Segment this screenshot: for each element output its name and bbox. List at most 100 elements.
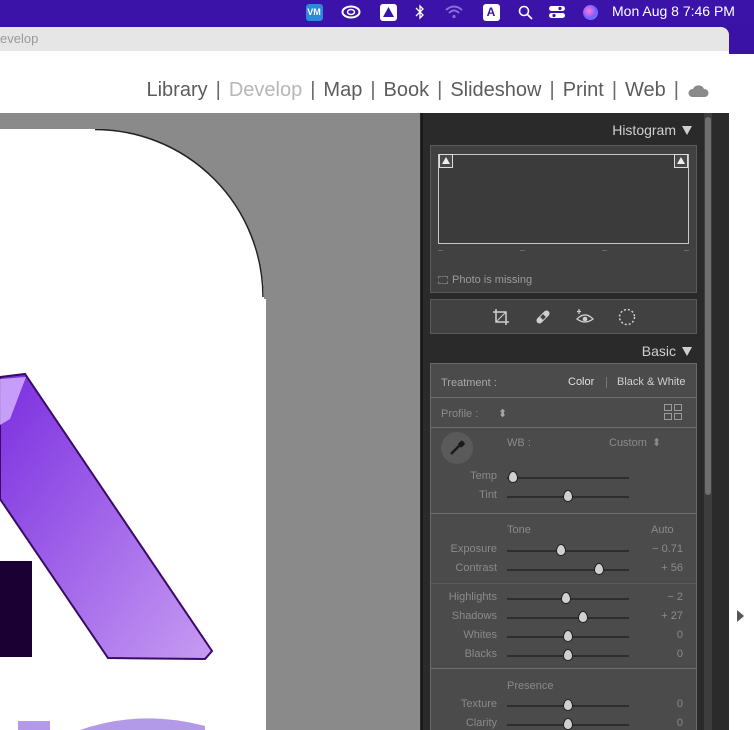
profile-dropdown-icon[interactable]: ⬍ bbox=[498, 407, 507, 420]
treatment-label: Treatment : bbox=[441, 377, 497, 389]
module-book[interactable]: Book bbox=[384, 79, 430, 102]
tint-slider[interactable] bbox=[507, 490, 629, 502]
a-icon[interactable]: A bbox=[482, 3, 500, 21]
search-icon[interactable] bbox=[516, 3, 534, 21]
histogram-ticks bbox=[438, 250, 689, 254]
lightroom-window: evelop Library | Develop | Map | Book | … bbox=[0, 27, 729, 730]
blacks-value[interactable]: 0 bbox=[643, 648, 683, 660]
auto-tone-button[interactable]: Auto bbox=[651, 524, 674, 536]
highlight-clipping-icon[interactable] bbox=[674, 154, 688, 168]
module-develop[interactable]: Develop bbox=[229, 79, 302, 102]
wb-dropdown-icon[interactable]: ⬍ bbox=[652, 436, 661, 449]
wifi-icon[interactable] bbox=[444, 3, 464, 21]
divider bbox=[431, 513, 696, 514]
blacks-slider-thumb[interactable] bbox=[563, 649, 573, 661]
tint-label: Tint bbox=[479, 489, 497, 501]
texture-slider[interactable] bbox=[507, 699, 629, 711]
clarity-label: Clarity bbox=[465, 717, 497, 729]
blacks-slider[interactable] bbox=[507, 649, 629, 661]
contrast-slider-thumb[interactable] bbox=[593, 563, 604, 575]
contrast-slider[interactable] bbox=[507, 563, 629, 575]
scrollbar-thumb[interactable] bbox=[705, 117, 711, 495]
clarity-slider-thumb[interactable] bbox=[563, 718, 573, 730]
profile-browser-icon[interactable] bbox=[664, 404, 682, 420]
profile-label: Profile : bbox=[441, 408, 479, 420]
expand-right-arrow-icon[interactable] bbox=[737, 610, 744, 622]
collapse-triangle-icon[interactable] bbox=[682, 346, 692, 356]
wb-eyedropper-icon[interactable] bbox=[441, 432, 473, 464]
cloud-icon[interactable] bbox=[687, 84, 709, 98]
texture-value[interactable]: 0 bbox=[643, 698, 683, 710]
module-list: Library | Develop | Map | Book | Slidesh… bbox=[146, 79, 709, 102]
texture-slider-thumb[interactable] bbox=[563, 699, 573, 711]
contrast-label: Contrast bbox=[455, 562, 497, 574]
right-panel-toggle-strip bbox=[729, 54, 754, 730]
temp-slider-thumb[interactable] bbox=[508, 471, 519, 483]
treatment-color-option[interactable]: Color bbox=[568, 376, 594, 388]
highlights-slider[interactable] bbox=[507, 592, 629, 604]
wb-value[interactable]: Custom bbox=[609, 437, 647, 449]
module-print[interactable]: Print bbox=[563, 79, 604, 102]
exposure-slider-thumb[interactable] bbox=[555, 544, 566, 556]
shadow-clipping-icon[interactable] bbox=[439, 154, 453, 168]
temp-slider[interactable] bbox=[507, 471, 629, 483]
whites-slider-thumb[interactable] bbox=[563, 630, 573, 642]
drive-icon[interactable] bbox=[379, 3, 397, 21]
temp-label: Temp bbox=[470, 470, 497, 482]
module-library[interactable]: Library bbox=[146, 79, 207, 102]
shadows-value[interactable]: + 27 bbox=[643, 610, 683, 622]
histogram-title: Histogram bbox=[612, 122, 676, 138]
menu-bar: VM A Mon Aug 8 7:46 PM bbox=[0, 0, 754, 24]
module-separator: | bbox=[549, 79, 555, 101]
highlights-slider-thumb[interactable] bbox=[560, 592, 571, 604]
missing-photo-icon bbox=[438, 276, 448, 284]
siri-icon[interactable] bbox=[581, 3, 599, 21]
vm-icon[interactable]: VM bbox=[305, 3, 323, 21]
module-slideshow[interactable]: Slideshow bbox=[450, 79, 541, 102]
clarity-value[interactable]: 0 bbox=[643, 717, 683, 729]
histogram-header[interactable]: Histogram bbox=[612, 122, 692, 138]
contrast-value[interactable]: + 56 bbox=[643, 562, 683, 574]
tint-slider-thumb[interactable] bbox=[563, 490, 573, 502]
window-titlebar[interactable]: evelop bbox=[0, 27, 729, 51]
treatment-bw-option[interactable]: Black & White bbox=[617, 376, 685, 388]
highlights-label: Highlights bbox=[448, 591, 497, 603]
wb-label: WB : bbox=[507, 437, 531, 449]
whites-value[interactable]: 0 bbox=[643, 629, 683, 641]
redeye-icon[interactable] bbox=[575, 308, 594, 326]
bluetooth-icon[interactable] bbox=[414, 3, 426, 21]
module-map[interactable]: Map bbox=[323, 79, 362, 102]
heal-icon[interactable] bbox=[534, 308, 552, 326]
photo-preview bbox=[0, 129, 266, 730]
whites-slider[interactable] bbox=[507, 630, 629, 642]
basic-title: Basic bbox=[641, 343, 676, 359]
panel-scrollbar[interactable] bbox=[704, 113, 712, 730]
whites-label: Whites bbox=[463, 629, 497, 641]
mask-icon[interactable] bbox=[618, 308, 636, 326]
module-picker: Library | Develop | Map | Book | Slidesh… bbox=[0, 51, 729, 113]
highlights-value[interactable]: − 2 bbox=[643, 591, 683, 603]
module-separator: | bbox=[310, 79, 316, 101]
divider bbox=[431, 427, 696, 428]
tool-strip bbox=[430, 299, 697, 334]
histogram-panel: Photo is missing bbox=[430, 145, 697, 293]
module-separator: | bbox=[370, 79, 376, 101]
presence-label: Presence bbox=[507, 680, 554, 692]
app-icon-artwork bbox=[0, 129, 266, 730]
basic-header[interactable]: Basic bbox=[642, 343, 692, 359]
module-web[interactable]: Web bbox=[625, 79, 666, 102]
image-canvas[interactable] bbox=[0, 113, 420, 730]
shadows-slider[interactable] bbox=[507, 611, 629, 623]
crop-icon[interactable] bbox=[492, 308, 510, 326]
photo-missing-text: Photo is missing bbox=[452, 274, 533, 286]
shadows-slider-thumb[interactable] bbox=[577, 611, 588, 623]
clarity-slider[interactable] bbox=[507, 718, 629, 730]
creative-cloud-icon[interactable] bbox=[341, 3, 361, 21]
window-title: evelop bbox=[0, 31, 39, 46]
exposure-slider[interactable] bbox=[507, 544, 629, 556]
shadows-label: Shadows bbox=[451, 610, 497, 622]
exposure-value[interactable]: − 0.71 bbox=[643, 543, 683, 555]
control-center-icon[interactable] bbox=[547, 3, 567, 21]
collapse-triangle-icon[interactable] bbox=[682, 125, 692, 135]
menu-bar-clock[interactable]: Mon Aug 8 7:46 PM bbox=[612, 3, 735, 19]
